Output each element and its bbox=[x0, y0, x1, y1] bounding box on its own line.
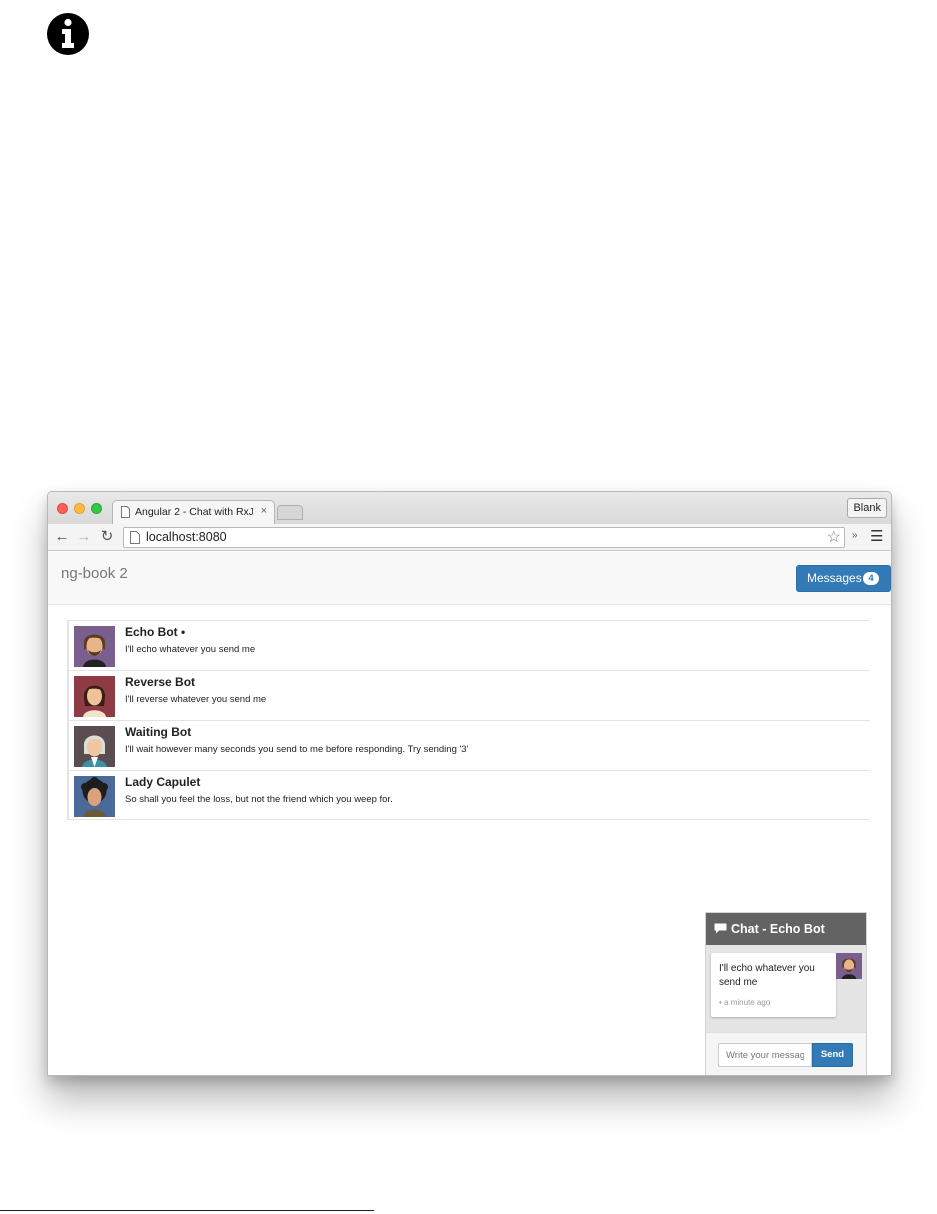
message-timestamp: • a minute ago bbox=[719, 998, 771, 1007]
profile-button[interactable]: Blank bbox=[847, 498, 887, 518]
thread-item[interactable]: Lady Capulet So shall you feel the loss,… bbox=[69, 770, 870, 820]
info-icon bbox=[47, 13, 89, 55]
zoom-window-button[interactable] bbox=[91, 503, 102, 514]
thread-item[interactable]: Waiting Bot I'll wait however many secon… bbox=[69, 720, 870, 770]
page-icon bbox=[121, 506, 130, 518]
messages-label: Messages bbox=[807, 571, 862, 585]
thread-last-message: I'll reverse whatever you send me bbox=[125, 694, 267, 705]
avatar-waiting-bot bbox=[74, 726, 115, 767]
footnote-divider bbox=[0, 1210, 374, 1211]
arrow-left-icon[interactable]: ← bbox=[54, 528, 70, 546]
thread-item[interactable]: Echo Bot • I'll echo whatever you send m… bbox=[69, 620, 870, 670]
star-icon[interactable]: ☆ bbox=[827, 529, 841, 546]
tab-close-icon[interactable]: × bbox=[261, 505, 267, 518]
page-icon bbox=[130, 531, 140, 544]
brand-title[interactable]: ng-book 2 bbox=[61, 565, 128, 582]
avatar-echo-bot bbox=[836, 953, 862, 979]
avatar-reverse-bot bbox=[74, 676, 115, 717]
thread-list: Echo Bot • I'll echo whatever you send m… bbox=[67, 620, 870, 820]
browser-window: Angular 2 - Chat with RxJS × Blank ← → ↻… bbox=[47, 491, 892, 1076]
close-window-button[interactable] bbox=[57, 503, 68, 514]
browser-tab-active[interactable]: Angular 2 - Chat with RxJS × bbox=[112, 500, 275, 524]
arrow-right-icon[interactable]: → bbox=[76, 528, 92, 546]
thread-last-message: I'll echo whatever you send me bbox=[125, 644, 256, 655]
tab-title: Angular 2 - Chat with RxJS bbox=[135, 506, 253, 518]
message-bubble: I'll echo whatever you send me • a minut… bbox=[711, 953, 836, 1017]
thread-item[interactable]: Reverse Bot I'll reverse whatever you se… bbox=[69, 670, 870, 720]
messages-button[interactable]: Messages 4 bbox=[796, 565, 891, 592]
chat-footer: Send bbox=[706, 1032, 866, 1075]
message-input[interactable] bbox=[718, 1043, 812, 1067]
chat-window: Chat - Echo Bot I'll echo whatever you s… bbox=[705, 912, 867, 1075]
avatar-lady-capulet bbox=[74, 776, 115, 817]
tab-strip: Angular 2 - Chat with RxJS × Blank bbox=[48, 492, 891, 524]
new-tab-button[interactable] bbox=[277, 505, 303, 520]
unread-badge: 4 bbox=[863, 572, 879, 585]
chat-header[interactable]: Chat - Echo Bot bbox=[706, 913, 866, 945]
reload-icon[interactable]: ↻ bbox=[99, 528, 115, 546]
minimize-window-button[interactable] bbox=[74, 503, 85, 514]
speech-bubble-icon bbox=[714, 923, 727, 934]
thread-last-message: I'll wait however many seconds you send … bbox=[125, 744, 469, 755]
address-bar[interactable]: localhost:8080 ☆ bbox=[123, 527, 845, 548]
address-text: localhost:8080 bbox=[146, 530, 227, 544]
browser-toolbar: ← → ↻ localhost:8080 ☆ » ☰ bbox=[48, 524, 891, 551]
chat-title: Chat - Echo Bot bbox=[731, 922, 825, 936]
thread-name: Reverse Bot bbox=[125, 675, 196, 689]
send-button[interactable]: Send bbox=[812, 1043, 853, 1067]
thread-name: Waiting Bot bbox=[125, 725, 192, 739]
message-text: I'll echo whatever you send me bbox=[719, 963, 815, 988]
thread-name: Lady Capulet bbox=[125, 775, 201, 789]
chevron-right-icon[interactable]: » bbox=[852, 530, 858, 541]
hamburger-menu-icon[interactable]: ☰ bbox=[870, 528, 883, 546]
thread-name: Echo Bot • bbox=[125, 625, 186, 639]
thread-last-message: So shall you feel the loss, but not the … bbox=[125, 794, 393, 805]
app-navbar: ng-book 2 Messages 4 bbox=[48, 552, 891, 605]
avatar-echo-bot bbox=[74, 626, 115, 667]
